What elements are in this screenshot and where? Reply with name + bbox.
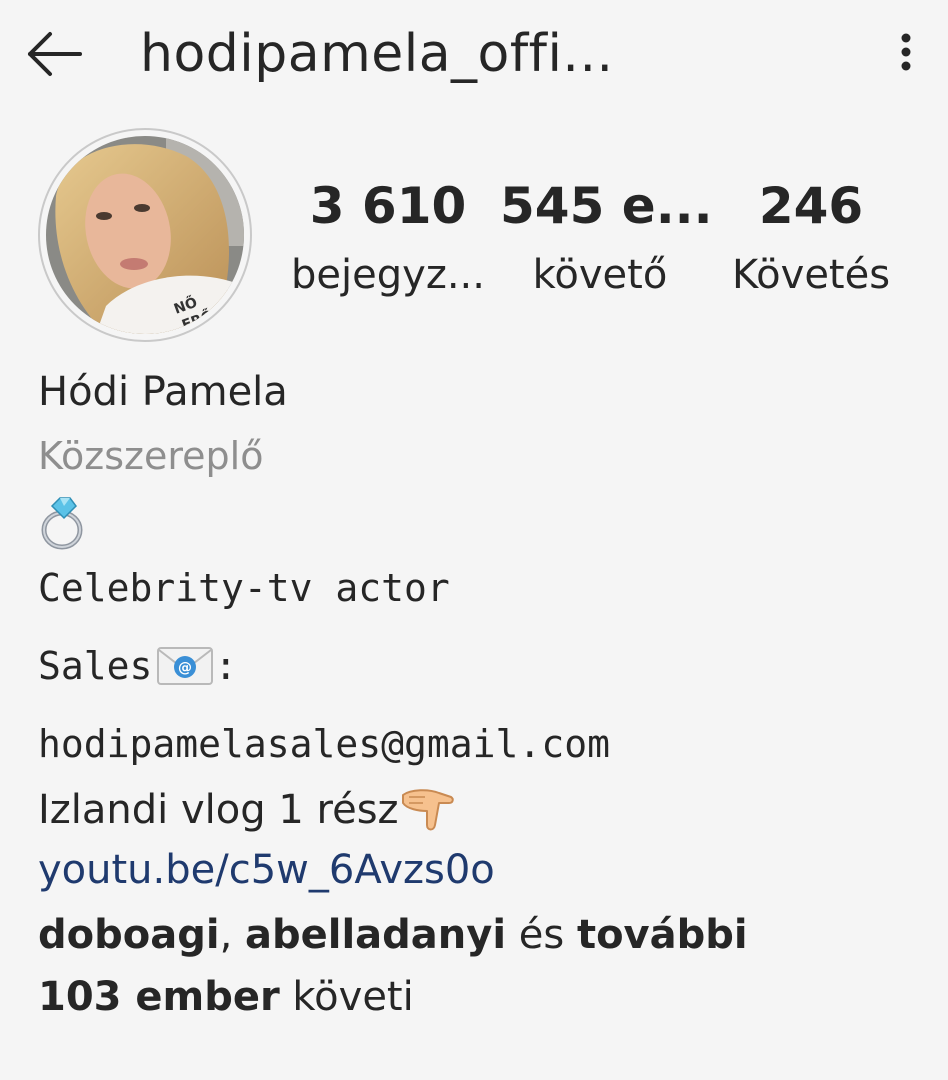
following-count: 246 — [758, 177, 864, 235]
followers-label: követő — [532, 252, 668, 298]
svg-text:@: @ — [178, 660, 192, 676]
vlog-text: Izlandi vlog 1 rész — [38, 787, 399, 833]
bio-email: hodipamelasales@gmail.com — [38, 722, 610, 766]
bio-vlog-line: Izlandi vlog 1 rész — [38, 782, 918, 838]
ring-icon — [41, 497, 83, 550]
posts-label: bejegyz... — [291, 252, 485, 298]
top-bar: hodipamela_offi... — [0, 0, 948, 112]
followed-by-suffix: követi — [279, 974, 414, 1020]
following-label: Követés — [731, 252, 891, 298]
followed-by-text[interactable]: doboagi, abelladanyi és további 103 ember… — [38, 904, 918, 1028]
followed-by-user-1[interactable]: doboagi — [38, 912, 220, 958]
following-stat[interactable]: 246 Követés — [716, 176, 906, 302]
profile-name: Hódi Pamela — [38, 369, 288, 415]
followed-by-user-2[interactable]: abelladanyi — [245, 912, 506, 958]
email-envelope-icon: @ — [157, 647, 214, 685]
page-title: hodipamela_offi... — [140, 24, 614, 84]
followed-by-more: további — [576, 912, 748, 958]
ring-line — [38, 492, 918, 552]
pointing-down-hand-icon — [401, 789, 454, 831]
posts-count: 3 610 — [309, 177, 467, 235]
followed-by-count: 103 ember — [38, 974, 280, 1020]
bio-sales-line: Sales @ : — [38, 636, 918, 696]
vertical-dots-icon — [901, 33, 911, 71]
back-button[interactable] — [22, 30, 86, 78]
followers-count: 545 e... — [500, 177, 713, 235]
profile-avatar[interactable]: NŐ ERŐ — [38, 128, 252, 342]
profile-bio: Hódi Pamela Közszereplő Celebrity-tv act… — [38, 366, 918, 1028]
profile-category: Közszereplő — [38, 434, 264, 478]
followed-by-separator: , — [219, 912, 245, 958]
bio-actor-line: Celebrity-tv actor — [38, 566, 450, 610]
profile-photo: NŐ ERŐ — [46, 136, 244, 334]
bio-link[interactable]: youtu.be/c5w_6Avzs0o — [38, 842, 918, 898]
more-options-button[interactable] — [884, 28, 928, 76]
sales-label: Sales — [38, 644, 153, 688]
followed-by-and: és — [506, 912, 577, 958]
arrow-left-icon — [28, 32, 82, 76]
posts-stat[interactable]: 3 610 bejegyz... — [288, 176, 488, 302]
sales-colon: : — [214, 644, 238, 688]
followers-stat[interactable]: 545 e... követő — [500, 176, 713, 302]
